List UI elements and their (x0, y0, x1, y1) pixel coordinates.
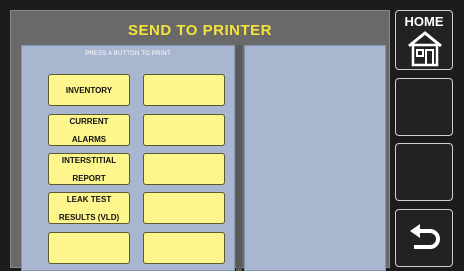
blank-side-button[interactable] (395, 143, 453, 201)
blank-print-button[interactable] (143, 232, 225, 264)
print-options-panel: PRESS A BUTTON TO PRINT INVENTORY CURREN… (21, 45, 235, 271)
blank-print-button[interactable] (143, 74, 225, 106)
leak-test-results-button[interactable]: LEAK TEST RESULTS (VLD) (48, 192, 130, 224)
blank-print-button[interactable] (143, 153, 225, 185)
instruction-text: PRESS A BUTTON TO PRINT (85, 51, 171, 57)
preview-panel (244, 45, 386, 271)
blank-print-button[interactable] (48, 232, 130, 264)
page-title: SEND TO PRINTER (128, 21, 272, 39)
back-arrow-icon (410, 224, 440, 249)
interstitial-report-button[interactable]: INTERSTITIAL REPORT (48, 153, 130, 185)
blank-side-button[interactable] (395, 78, 453, 136)
panel-divider (236, 45, 242, 271)
screen: SEND TO PRINTER PRESS A BUTTON TO PRINT … (0, 0, 464, 271)
main-panel: SEND TO PRINTER PRESS A BUTTON TO PRINT … (10, 10, 390, 271)
home-label: HOME (404, 14, 444, 29)
inventory-button[interactable]: INVENTORY (48, 74, 130, 106)
home-button[interactable]: HOME (395, 10, 453, 70)
current-alarms-button[interactable]: CURRENT ALARMS (48, 114, 130, 146)
blank-print-button[interactable] (143, 192, 225, 224)
back-button[interactable] (395, 209, 453, 267)
blank-print-button[interactable] (143, 114, 225, 146)
home-icon (408, 31, 442, 67)
